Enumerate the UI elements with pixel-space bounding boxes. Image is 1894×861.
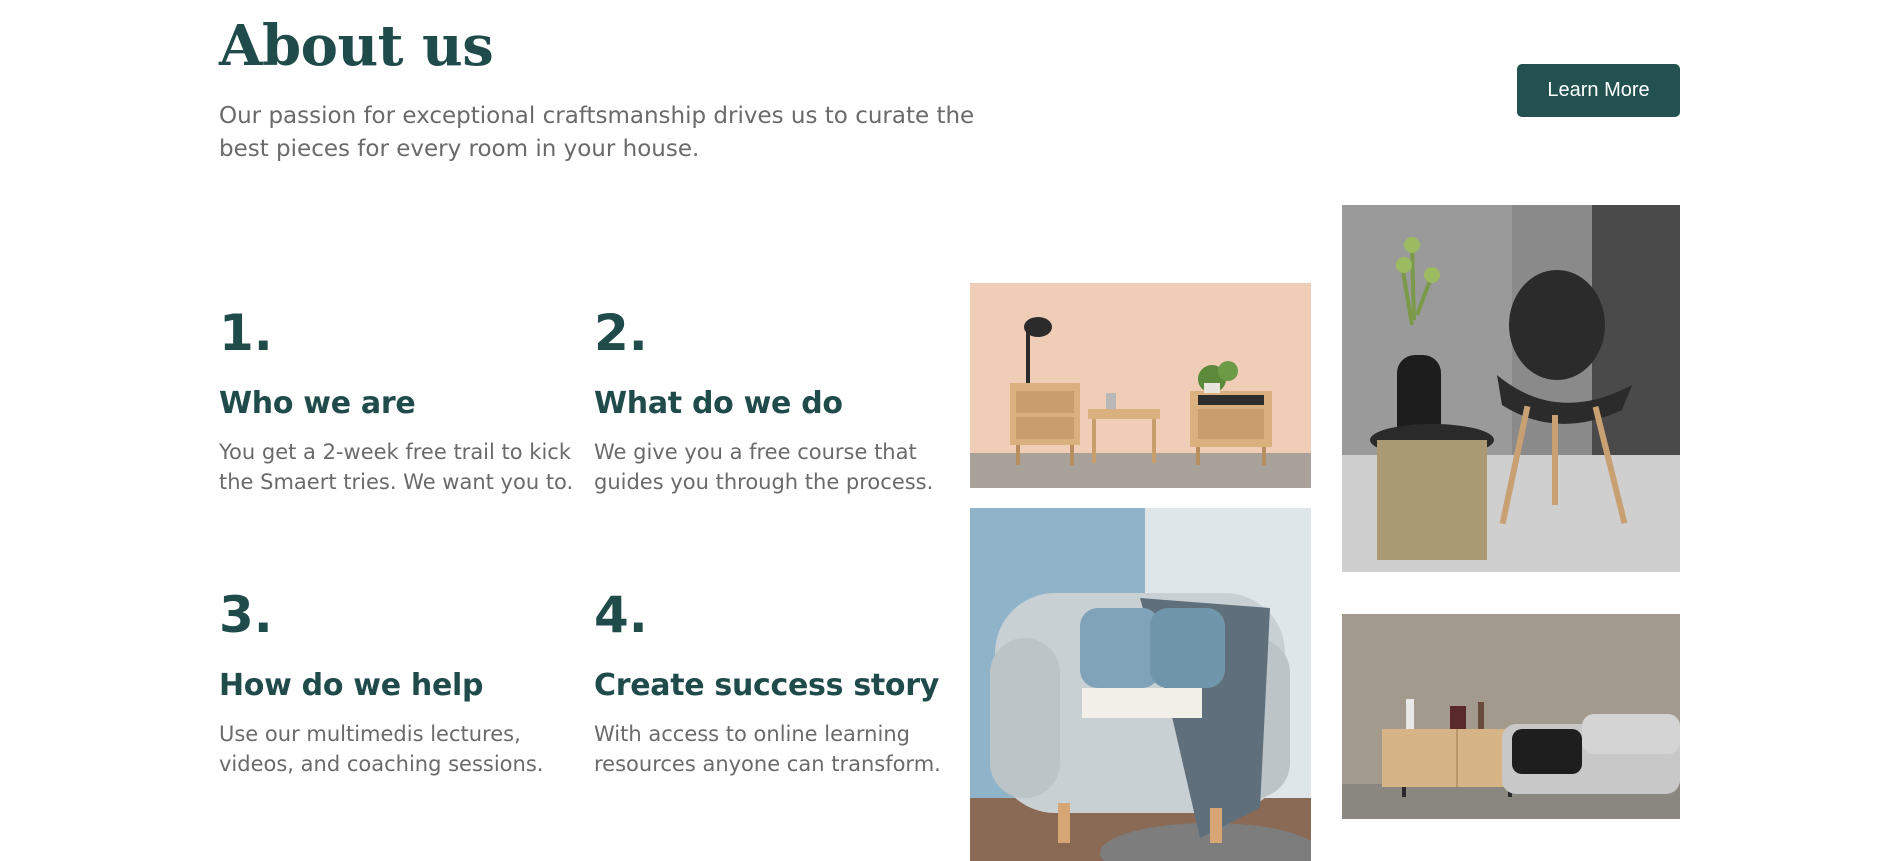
step-3: 3. How do we help Use our multimedis lec… — [219, 585, 579, 779]
step-text: With access to online learning resources… — [594, 722, 941, 776]
step-4: 4. Create success story With access to o… — [594, 585, 954, 779]
learn-more-button[interactable]: Learn More — [1517, 64, 1680, 117]
step-title: Create success story — [594, 668, 939, 703]
step-text: You get a 2-week free trail to kick the … — [219, 440, 574, 494]
step-number: 2. — [594, 304, 648, 362]
step-title: How do we help — [219, 668, 484, 703]
step-number: 4. — [594, 586, 648, 644]
step-text: Use our multimedis lectures, videos, and… — [219, 722, 544, 776]
armchair-photo — [970, 508, 1311, 861]
sofa-sideboard-photo — [1342, 614, 1680, 819]
step-title: What do we do — [594, 386, 843, 421]
bedside-tables-photo — [970, 283, 1311, 488]
step-text: We give you a free course that guides yo… — [594, 440, 934, 494]
step-number: 3. — [219, 586, 273, 644]
step-2: 2. What do we do We give you a free cour… — [594, 303, 954, 497]
step-title: Who we are — [219, 386, 416, 421]
step-1: 1. Who we are You get a 2-week free trai… — [219, 303, 579, 497]
step-number: 1. — [219, 304, 273, 362]
black-chair-photo — [1342, 205, 1680, 572]
intro-text: Our passion for exceptional craftsmanshi… — [219, 103, 975, 162]
page-title: About us — [219, 13, 494, 79]
